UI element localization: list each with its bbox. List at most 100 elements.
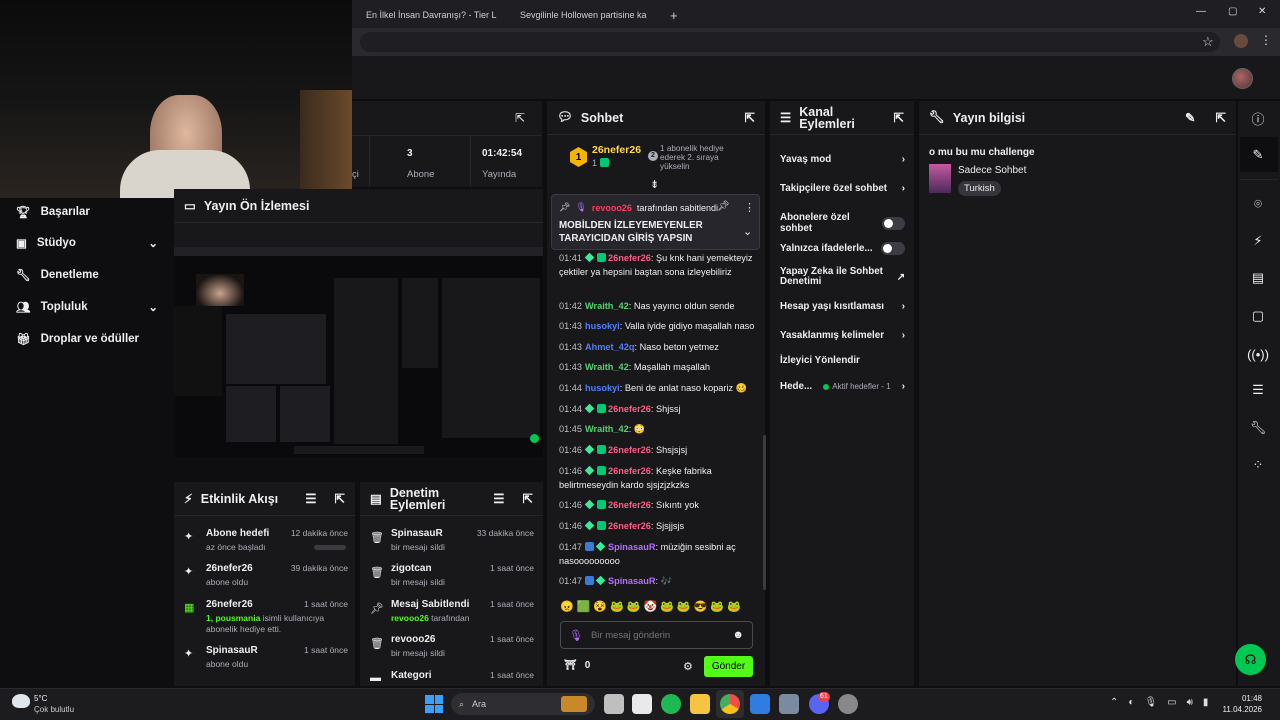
- chat-username[interactable]: Ahmet_42q: [585, 342, 635, 352]
- activity-item[interactable]: ✦ 26nefer26 abone oldu 39 dakika önce: [184, 563, 348, 587]
- mic-icon[interactable]: 🎙︎: [1144, 697, 1157, 708]
- chat-username[interactable]: 26nefer26: [608, 445, 651, 455]
- spotify-icon[interactable]: [661, 694, 681, 714]
- channel-points[interactable]: ⛩︎ 0: [564, 660, 590, 671]
- chat-message[interactable]: 01:41 26nefer26: Şu knk hani yemekteyiz ç…: [559, 252, 755, 279]
- emoji-picker-icon[interactable]: ☻: [732, 629, 744, 641]
- chat-username[interactable]: 26nefer26: [608, 404, 651, 414]
- chat-message[interactable]: 01:42 Wraith_42: Nas yayıncı oldun sende: [559, 300, 755, 314]
- modlog-item[interactable]: 📌︎ Mesaj Sabitlendi revooo26 tarafından 1…: [370, 599, 534, 623]
- sidebar-item-studio[interactable]: ▣ Stüdyo ⌄: [16, 236, 158, 250]
- action-emotes-only[interactable]: Yalnızca ifadelerle...: [780, 242, 905, 255]
- minimize-button[interactable]: —: [1196, 6, 1206, 17]
- chat-message[interactable]: 01:47 SpinasauR: müziğin sesibni aç nasoo…: [559, 541, 755, 568]
- action-account-age[interactable]: Hesap yaşı kısıtlaması ›: [780, 301, 905, 312]
- popout-icon[interactable]: ⇱: [515, 111, 525, 125]
- chat-scrollbar[interactable]: [763, 435, 766, 590]
- action-banned-words[interactable]: Yasaklanmış kelimeler ›: [780, 330, 905, 341]
- lightning-icon[interactable]: ⚡︎: [1244, 227, 1272, 255]
- camera-icon[interactable]: ⌾: [1244, 190, 1272, 218]
- action-subs-only[interactable]: Abonelere özel sohbet: [780, 212, 905, 234]
- activity-item[interactable]: ▦ 26nefer26 1, pousmania isimli kullanıc…: [184, 599, 348, 635]
- filter-icon[interactable]: ☰: [305, 491, 316, 506]
- pinned-by-user[interactable]: revooo26: [592, 203, 632, 213]
- edit-icon[interactable]: ✎: [1244, 141, 1272, 169]
- chat-username[interactable]: SpinasauR: [608, 576, 655, 586]
- emote-button[interactable]: 🐸: [727, 600, 741, 613]
- chat-username[interactable]: 26nefer26: [608, 521, 651, 531]
- chat-message[interactable]: 01:44 26nefer26: Shjssj: [559, 403, 755, 417]
- more-options-icon[interactable]: ⋮: [744, 201, 755, 214]
- stream-tag[interactable]: Turkish: [958, 181, 1001, 196]
- chat-username[interactable]: Wraith_42: [585, 301, 629, 311]
- chat-bubble-icon[interactable]: ▢: [1244, 302, 1272, 330]
- send-button[interactable]: Gönder: [704, 656, 753, 677]
- browser-menu-icon[interactable]: ⋮: [1260, 33, 1272, 47]
- emote-button[interactable]: 🟩: [577, 600, 591, 613]
- taskbar-search[interactable]: ⌕ Ara: [451, 693, 595, 715]
- activity-item[interactable]: ✦ SpinasauR abone oldu 1 saat önce: [184, 645, 348, 669]
- browser-tab-1[interactable]: En İlkel İnsan Davranışı? - Tier L: [352, 4, 502, 26]
- stream-category[interactable]: Sadece Sohbet: [958, 165, 1026, 176]
- popout-icon[interactable]: ⇱: [894, 110, 904, 125]
- popout-icon[interactable]: ⇱: [745, 110, 755, 125]
- chat-message[interactable]: 01:44 husokyi: Beni de anlat naso kopariz…: [559, 382, 755, 396]
- action-followers-only[interactable]: Takipçilere özel sohbet ›: [780, 183, 905, 194]
- popout-icon[interactable]: ⇱: [1216, 110, 1226, 125]
- file-explorer-icon[interactable]: [690, 694, 710, 714]
- store-icon[interactable]: [632, 694, 652, 714]
- chat-username[interactable]: SpinasauR: [608, 542, 655, 552]
- close-window-button[interactable]: ✕: [1258, 6, 1266, 17]
- preview-video[interactable]: [174, 247, 543, 457]
- weather-desc[interactable]: Çok bulutlu: [34, 705, 74, 714]
- clock-date[interactable]: 11.04.2026: [1206, 705, 1262, 714]
- help-headset-icon[interactable]: ☊: [1235, 644, 1266, 675]
- volume-icon[interactable]: 🔊︎: [1187, 697, 1193, 708]
- emotes-only-toggle[interactable]: [881, 242, 905, 255]
- chat-message[interactable]: 01:43 husokyi: Valla iyide gidiyo maşalla…: [559, 320, 755, 334]
- task-view-icon[interactable]: [604, 694, 624, 714]
- action-raid[interactable]: İzleyici Yönlendir: [780, 355, 905, 366]
- action-slow-mode[interactable]: Yavaş mod ›: [780, 154, 905, 165]
- category-boxart[interactable]: [929, 164, 951, 193]
- action-goals[interactable]: Hede... Aktif hedefler - 1 ›: [780, 381, 905, 392]
- emote-button[interactable]: 🐸: [627, 600, 641, 613]
- document-icon[interactable]: ▤: [1244, 264, 1272, 292]
- browser-tab-2[interactable]: Sevgilinle Hollowen partisine ka ✕: [506, 4, 656, 26]
- emote-button[interactable]: 😎: [694, 600, 708, 613]
- chat-username[interactable]: husokyi: [585, 383, 620, 393]
- activity-item[interactable]: ✦ Abone hedefi az önce başladı 12 dakika…: [184, 528, 348, 552]
- address-bar[interactable]: [360, 32, 1220, 52]
- modlog-item[interactable]: 🗑︎ SpinasauR bir mesajı sildi 33 dakika ö…: [370, 528, 534, 552]
- network-icon[interactable]: ▭: [1167, 697, 1176, 708]
- chat-message[interactable]: 01:46 26nefer26: Keşke fabrika belirtmese…: [559, 465, 755, 492]
- profile-avatar[interactable]: [1234, 34, 1248, 48]
- emote-button[interactable]: 🐸: [710, 600, 724, 613]
- action-ai-moderation[interactable]: Yapay Zeka ile Sohbet Denetimi ↗: [780, 267, 905, 287]
- emote-button[interactable]: 🐸: [660, 600, 674, 613]
- chat-username[interactable]: husokyi: [585, 321, 620, 331]
- chevron-down-icon[interactable]: ⌄: [743, 225, 752, 238]
- modlog-actor[interactable]: revooo26: [391, 613, 429, 623]
- windows-start-icon[interactable]: [425, 695, 443, 713]
- chat-settings-icon[interactable]: ⚙︎: [683, 660, 693, 673]
- chat-username[interactable]: Wraith_42: [585, 362, 629, 372]
- leaderboard-collapse-icon[interactable]: ⇟: [650, 178, 659, 191]
- tray-app-icon[interactable]: ◐: [1128, 697, 1134, 708]
- chat-message[interactable]: 01:46 26nefer26: Shsjsjsj: [559, 444, 755, 458]
- popout-icon[interactable]: ⇱: [523, 491, 533, 506]
- sidebar-item-community[interactable]: 👥︎ Topluluk ⌄: [16, 300, 158, 314]
- broadcast-icon[interactable]: ((•)): [1244, 340, 1272, 368]
- chat-message[interactable]: 01:46 26nefer26: Sıkıntı yok: [559, 499, 755, 513]
- clock-time[interactable]: 01:48: [1222, 694, 1262, 703]
- chat-message[interactable]: 01:47 SpinasauR: 🎶: [559, 575, 755, 589]
- chevron-up-icon[interactable]: ⌃: [1110, 697, 1118, 708]
- chat-username[interactable]: 26nefer26: [608, 466, 651, 476]
- sidebar-item-achievements[interactable]: 🏆︎ Başarılar: [16, 205, 90, 219]
- emote-button[interactable]: 😠: [560, 600, 574, 613]
- chat-message[interactable]: 01:46 26nefer26: Sjsjjsjs: [559, 520, 755, 534]
- weather-temp[interactable]: 5°C: [34, 694, 47, 703]
- sidebar-item-moderation[interactable]: 🔧︎ Denetleme: [16, 268, 99, 282]
- wrench-icon[interactable]: 🔧︎: [1244, 414, 1272, 442]
- emote-button[interactable]: 🤡: [644, 600, 658, 613]
